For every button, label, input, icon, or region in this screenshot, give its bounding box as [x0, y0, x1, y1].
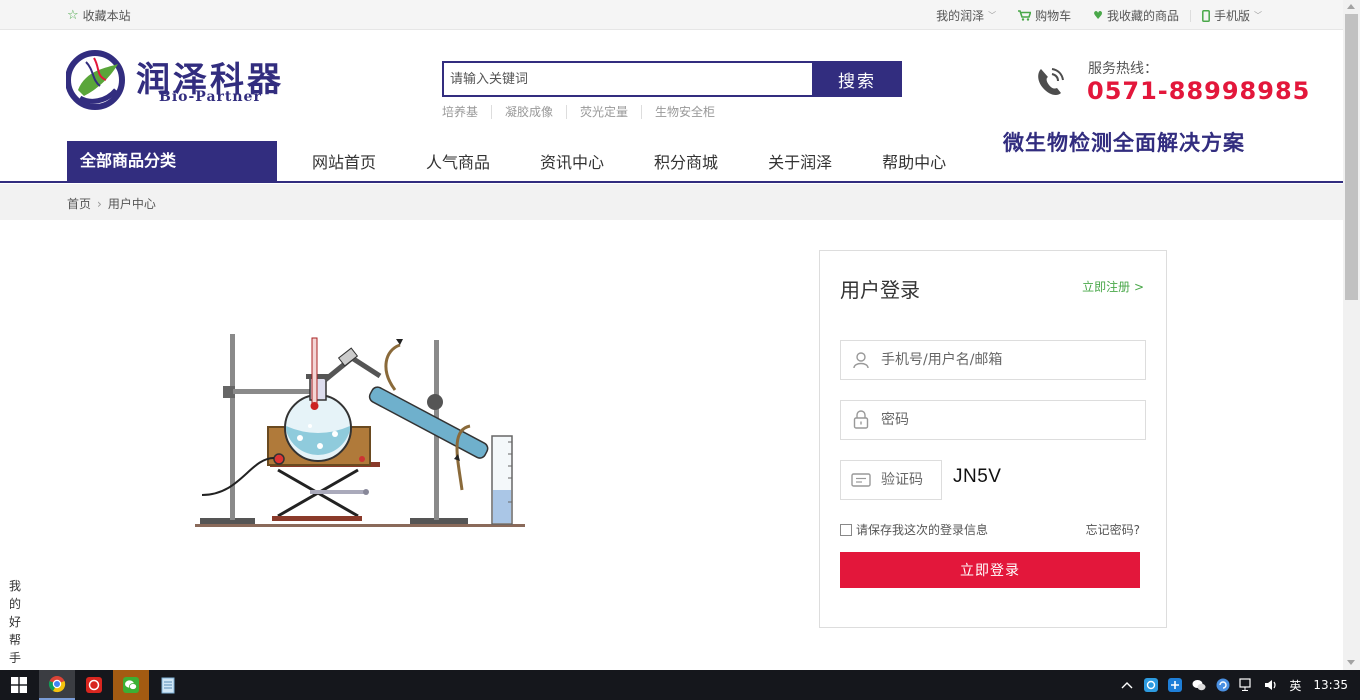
- site-logo[interactable]: 润泽科器 Bio-Partner: [66, 50, 286, 110]
- captcha-icon: [841, 461, 881, 499]
- hot-keyword-link[interactable]: 生物安全柜: [641, 105, 728, 119]
- cart-icon: [1018, 10, 1032, 21]
- network-icon[interactable]: [1235, 670, 1259, 700]
- favorites-link[interactable]: ♥ 我收藏的商品: [1082, 7, 1190, 24]
- checkbox-icon: [840, 523, 852, 536]
- chevron-down-icon: ﹀: [988, 11, 997, 20]
- helper-char: 的: [8, 597, 21, 611]
- lab-distillation-illustration: [195, 334, 525, 527]
- cart-label: 购物车: [1035, 9, 1072, 23]
- nav-item-popular[interactable]: 人气商品: [401, 149, 515, 173]
- taskbar-notepad[interactable]: [150, 670, 186, 700]
- captcha-image[interactable]: JN5V: [953, 466, 1001, 488]
- mobile-phone-icon: [1202, 9, 1210, 22]
- bookmark-site-label: 收藏本站: [82, 9, 131, 23]
- top-bar: ☆ 收藏本站 我的润泽 ﹀ 购物车 ♥ 我收藏的商品 手机版 ﹀: [0, 0, 1343, 30]
- all-categories-button[interactable]: 全部商品分类: [67, 141, 277, 181]
- breadcrumb-current: 用户中心: [107, 197, 156, 211]
- helper-char: 我: [8, 579, 21, 593]
- hotline-number: 0571-88998985: [1087, 77, 1311, 105]
- taskbar-wechat[interactable]: [113, 670, 149, 700]
- lock-icon: [841, 401, 881, 439]
- logo-emblem-icon: [66, 50, 125, 110]
- search-bar: 搜索: [442, 61, 902, 97]
- scroll-down-arrow-icon[interactable]: [1347, 660, 1355, 665]
- start-button[interactable]: [0, 670, 38, 700]
- wechat-icon: [123, 677, 139, 693]
- captcha-input[interactable]: [881, 462, 941, 498]
- breadcrumb: 首页 › 用户中心: [0, 184, 1343, 220]
- notepad-icon: [161, 677, 175, 694]
- logo-text-en: Bio-Partner: [159, 89, 262, 105]
- hot-keyword-link[interactable]: 凝胶成像: [491, 105, 566, 119]
- forgot-password-link[interactable]: 忘记密码?: [1086, 521, 1140, 538]
- register-link[interactable]: 立即注册 >: [1082, 278, 1144, 295]
- username-input[interactable]: [881, 342, 1131, 378]
- show-hidden-icons-chevron-up-icon[interactable]: [1115, 670, 1139, 700]
- page: ☆ 收藏本站 我的润泽 ﹀ 购物车 ♥ 我收藏的商品 手机版 ﹀ 润泽科器 Bi…: [0, 0, 1360, 700]
- search-button[interactable]: 搜索: [812, 61, 902, 97]
- username-field: [840, 340, 1146, 380]
- star-icon: ☆: [67, 8, 79, 23]
- mobile-version-menu[interactable]: 手机版 ﹀: [1191, 7, 1273, 24]
- remember-login-checkbox[interactable]: 请保存我这次的登录信息: [840, 521, 988, 538]
- taskbar: 英 13:35: [0, 670, 1360, 700]
- scroll-up-arrow-icon[interactable]: [1347, 4, 1355, 9]
- heart-icon: ♥: [1093, 9, 1103, 22]
- login-title: 用户登录: [840, 278, 920, 302]
- music-app-icon: [86, 677, 102, 693]
- search-input[interactable]: [442, 61, 812, 97]
- cart-link[interactable]: 购物车: [1007, 7, 1082, 24]
- captcha-field: [840, 460, 942, 500]
- bookmark-site-link[interactable]: ☆ 收藏本站: [67, 7, 131, 24]
- taskbar-clock[interactable]: 13:35: [1307, 678, 1360, 692]
- hot-keyword-link[interactable]: 培养基: [442, 105, 491, 119]
- password-field: [840, 400, 1146, 440]
- taskbar-netease-music[interactable]: [76, 670, 112, 700]
- chevron-down-icon: ﹀: [1254, 11, 1262, 20]
- tray-update-icon[interactable]: [1211, 670, 1235, 700]
- helper-widget[interactable]: 我 的 好 帮 手: [8, 577, 22, 667]
- nav-links: 网站首页 人气商品 资讯中心 积分商城 关于润泽 帮助中心: [287, 141, 971, 181]
- chrome-icon: [48, 676, 66, 693]
- breadcrumb-home-link[interactable]: 首页: [67, 195, 91, 212]
- hot-keywords: 培养基 凝胶成像 荧光定量 生物安全柜: [442, 105, 728, 119]
- login-button[interactable]: 立即登录: [840, 552, 1140, 588]
- input-method-indicator[interactable]: 英: [1283, 670, 1307, 700]
- nav-item-about[interactable]: 关于润泽: [743, 149, 857, 173]
- tray-wechat-icon[interactable]: [1187, 670, 1211, 700]
- nav-item-points-mall[interactable]: 积分商城: [629, 149, 743, 173]
- helper-char: 手: [8, 651, 21, 665]
- login-panel: 用户登录 立即注册 > JN5V 请保存我这次的登录信息 忘记密码? 立: [819, 250, 1167, 628]
- nav-item-help[interactable]: 帮助中心: [857, 149, 971, 173]
- vertical-scrollbar[interactable]: [1343, 0, 1360, 670]
- helper-char: 帮: [8, 633, 21, 647]
- mobile-version-label: 手机版: [1213, 9, 1250, 23]
- my-account-menu[interactable]: 我的润泽 ﹀: [925, 7, 1007, 24]
- volume-icon[interactable]: [1259, 670, 1283, 700]
- chevron-right-icon: ›: [97, 196, 102, 211]
- user-icon: [841, 341, 881, 379]
- windows-logo-icon: [11, 677, 27, 693]
- hot-keyword-link[interactable]: 荧光定量: [566, 105, 641, 119]
- tray-qq-icon[interactable]: [1163, 670, 1187, 700]
- favorites-label: 我收藏的商品: [1106, 9, 1179, 23]
- nav-item-news[interactable]: 资讯中心: [515, 149, 629, 173]
- helper-char: 好: [8, 615, 21, 629]
- top-bar-links: 我的润泽 ﹀ 购物车 ♥ 我收藏的商品 手机版 ﹀: [925, 7, 1273, 24]
- scrollbar-thumb[interactable]: [1345, 14, 1358, 300]
- system-tray: 英 13:35: [1115, 670, 1360, 700]
- hotline-label: 服务热线：: [1088, 61, 1158, 77]
- phone-icon: [1038, 68, 1064, 96]
- main-nav: 全部商品分类 网站首页 人气商品 资讯中心 积分商城 关于润泽 帮助中心: [0, 141, 1343, 183]
- nav-item-home[interactable]: 网站首页: [287, 149, 401, 173]
- tray-app-icon[interactable]: [1139, 670, 1163, 700]
- my-account-label: 我的润泽: [936, 9, 985, 23]
- remember-login-label: 请保存我这次的登录信息: [856, 523, 989, 537]
- password-input[interactable]: [881, 402, 1131, 438]
- taskbar-chrome[interactable]: [39, 670, 75, 700]
